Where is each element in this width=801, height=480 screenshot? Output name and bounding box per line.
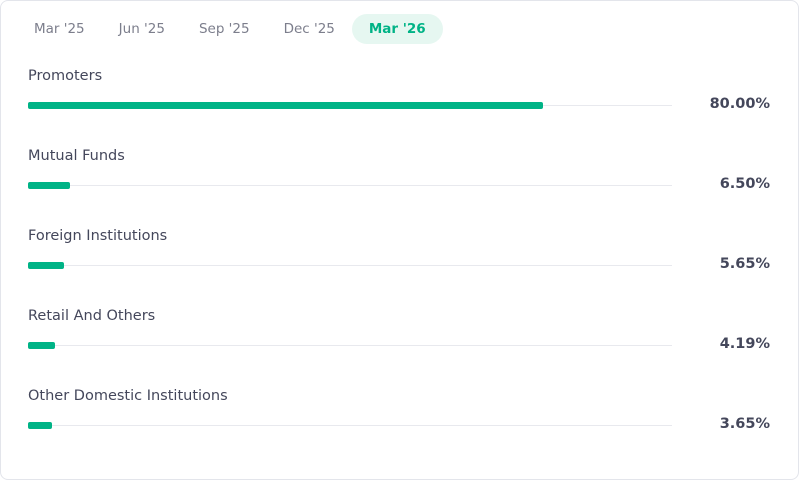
- holding-value: 3.65%: [719, 416, 770, 432]
- shareholding-card: Mar '25 Jun '25 Sep '25 Dec '25 Mar '26 …: [0, 0, 799, 480]
- tab-mar-26[interactable]: Mar '26: [351, 14, 443, 44]
- holding-row-foreign-institutions: Foreign Institutions 5.65%: [28, 228, 772, 308]
- tab-dec-25[interactable]: Dec '25: [267, 14, 352, 44]
- holding-row-promoters: Promoters 80.00%: [28, 68, 772, 148]
- tab-sep-25[interactable]: Sep '25: [182, 14, 267, 44]
- holding-list: Promoters 80.00% Mutual Funds 6.50% Fore…: [28, 68, 772, 468]
- holding-label: Other Domestic Institutions: [28, 388, 228, 404]
- holding-label: Promoters: [28, 68, 103, 84]
- holding-value: 4.19%: [719, 336, 770, 352]
- holding-bar-track: [28, 422, 672, 429]
- holding-label: Retail And Others: [28, 308, 156, 324]
- holding-value: 80.00%: [709, 96, 770, 112]
- holding-row-other-domestic-institutions: Other Domestic Institutions 3.65%: [28, 388, 772, 468]
- holding-label: Foreign Institutions: [28, 228, 168, 244]
- holding-bar-fill: [28, 102, 543, 109]
- holding-bar-fill: [28, 262, 64, 269]
- tab-jun-25[interactable]: Jun '25: [102, 14, 182, 44]
- period-tabs: Mar '25 Jun '25 Sep '25 Dec '25 Mar '26: [17, 14, 443, 44]
- holding-value: 5.65%: [719, 256, 770, 272]
- holding-bar-fill: [28, 422, 52, 429]
- holding-bar-track: [28, 262, 672, 269]
- holding-bar-fill: [28, 182, 70, 189]
- holding-value: 6.50%: [719, 176, 770, 192]
- holding-row-retail-and-others: Retail And Others 4.19%: [28, 308, 772, 388]
- holding-label: Mutual Funds: [28, 148, 125, 164]
- holding-bar-track: [28, 342, 672, 349]
- holding-bar-track: [28, 182, 672, 189]
- holding-bar-track: [28, 102, 672, 109]
- holding-row-mutual-funds: Mutual Funds 6.50%: [28, 148, 772, 228]
- tab-mar-25[interactable]: Mar '25: [17, 14, 102, 44]
- holding-bar-fill: [28, 342, 55, 349]
